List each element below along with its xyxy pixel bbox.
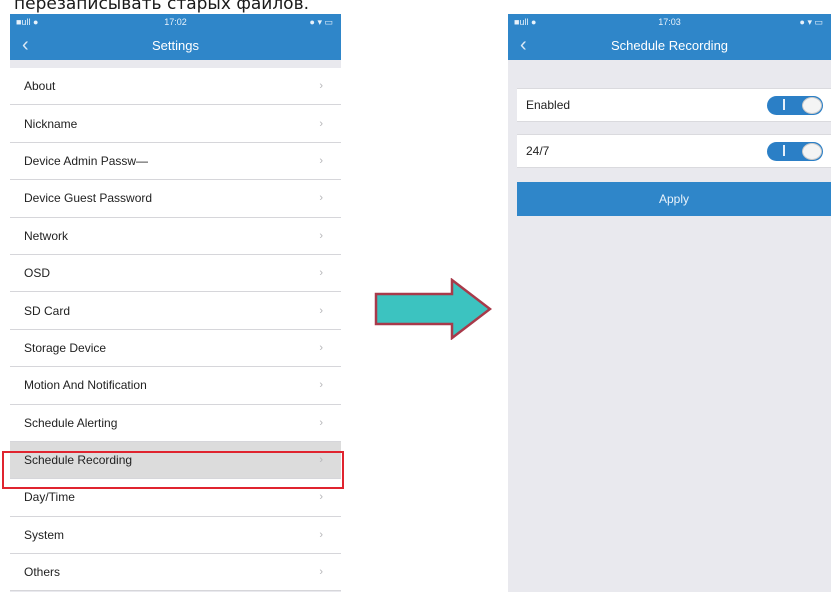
chevron-right-icon: › (319, 267, 323, 280)
settings-item-label: Schedule Alerting (24, 415, 118, 430)
apply-button[interactable]: Apply (517, 182, 831, 216)
enabled-label: Enabled (526, 98, 571, 112)
settings-item-sd-card[interactable]: SD Card › (10, 292, 341, 330)
toggle-on-mark (783, 98, 785, 110)
status-bar: ■ull ● 17:03 ● ▾ ▭ (508, 14, 831, 31)
settings-item-label: Device Admin Passw— (24, 153, 149, 168)
chevron-right-icon: › (319, 379, 323, 392)
settings-item-label: OSD (24, 266, 51, 281)
page-title: Schedule Recording (610, 38, 729, 53)
always-on-setting-row: 24/7 (517, 134, 831, 168)
schedule-recording-screen: ■ull ● 17:03 ● ▾ ▭ ‹ Schedule Recording … (508, 14, 831, 592)
settings-item-system[interactable]: System › (10, 516, 341, 555)
settings-item-label: System (24, 527, 65, 542)
toggle-knob (802, 142, 822, 160)
status-time: 17:02 (164, 17, 187, 27)
settings-item-osd[interactable]: OSD › (10, 254, 341, 293)
chevron-right-icon: › (319, 454, 323, 467)
chevron-right-icon: › (319, 192, 323, 205)
settings-item-label: Device Guest Password (24, 191, 153, 206)
settings-item-others[interactable]: Others › (10, 554, 341, 592)
settings-item-network[interactable]: Network › (10, 217, 341, 255)
settings-item-label: SD Card (24, 303, 71, 318)
chevron-right-icon: › (319, 304, 323, 317)
settings-item-label: Others (24, 565, 61, 580)
battery-icon: ● ▾ ▭ (309, 17, 333, 27)
settings-item-schedule-recording[interactable]: Schedule Recording › (10, 441, 341, 480)
settings-item-about[interactable]: About › (10, 68, 341, 106)
settings-item-guest-password[interactable]: Device Guest Password › (10, 180, 341, 218)
settings-item-day-time[interactable]: Day/Time › (10, 479, 341, 517)
toggle-knob (802, 96, 822, 114)
chevron-right-icon: › (319, 566, 323, 579)
back-chevron-icon[interactable]: ‹ (22, 34, 29, 56)
settings-item-motion-notification[interactable]: Motion And Notification › (10, 367, 341, 405)
settings-item-admin-password[interactable]: Device Admin Passw— › (10, 142, 341, 181)
settings-list: About › Nickname › Device Admin Passw— ›… (10, 68, 341, 592)
settings-item-label: Schedule Recording (24, 453, 133, 468)
signal-icon: ■ull ● (16, 17, 39, 27)
chevron-right-icon: › (319, 528, 323, 541)
right-arrow-icon (374, 278, 492, 340)
chevron-right-icon: › (319, 491, 323, 504)
settings-item-label: About (24, 79, 56, 94)
chevron-right-icon: › (319, 229, 323, 242)
enabled-setting-row: Enabled (517, 88, 831, 122)
settings-screen: ■ull ● 17:02 ● ▾ ▭ ‹ Settings About › Ni… (10, 14, 341, 592)
page-title: Settings (152, 38, 199, 53)
status-bar: ■ull ● 17:02 ● ▾ ▭ (10, 14, 341, 31)
settings-item-storage-device[interactable]: Storage Device › (10, 329, 341, 368)
signal-icon: ■ull ● (514, 17, 537, 27)
toggle-on-mark (783, 144, 785, 156)
nav-bar: ‹ Settings (10, 31, 341, 60)
chevron-right-icon: › (319, 416, 323, 429)
chevron-right-icon: › (319, 80, 323, 93)
settings-item-label: Network (24, 228, 69, 243)
settings-item-label: Nickname (24, 116, 78, 131)
settings-item-label: Day/Time (24, 490, 75, 505)
back-chevron-icon[interactable]: ‹ (520, 34, 527, 56)
battery-icon: ● ▾ ▭ (799, 17, 823, 27)
nav-bar: ‹ Schedule Recording (508, 31, 831, 60)
chevron-right-icon: › (319, 341, 323, 354)
settings-item-label: Motion And Notification (24, 378, 147, 393)
enabled-toggle[interactable] (767, 95, 823, 115)
settings-item-nickname[interactable]: Nickname › (10, 105, 341, 143)
always-on-label: 24/7 (526, 144, 550, 158)
chevron-right-icon: › (319, 154, 323, 167)
settings-item-schedule-alerting[interactable]: Schedule Alerting › (10, 404, 341, 442)
status-time: 17:03 (658, 17, 681, 27)
chevron-right-icon: › (319, 117, 323, 130)
always-on-toggle[interactable] (767, 141, 823, 161)
settings-item-label: Storage Device (24, 340, 107, 355)
